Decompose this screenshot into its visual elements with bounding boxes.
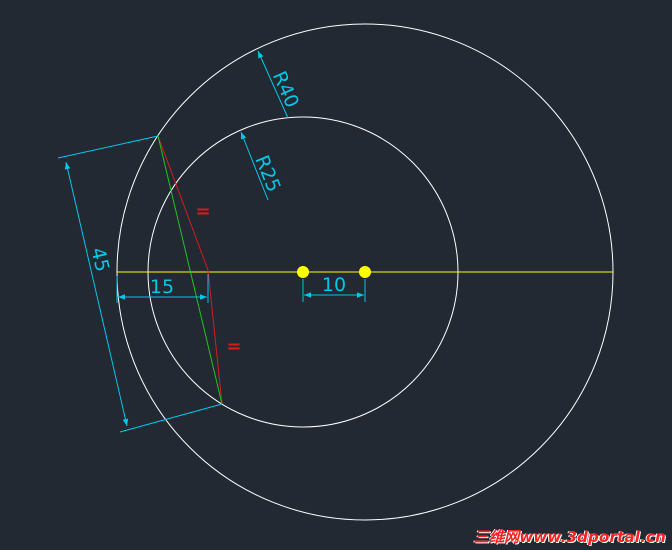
dimension-10-text: 10 (322, 274, 346, 296)
green-chord (157, 135, 223, 405)
equal-constraint-upper: = (195, 201, 210, 222)
dimension-10: 10 (302, 274, 366, 302)
red-segment-lower (207, 269, 223, 405)
dimension-r25-text: R25 (250, 152, 284, 195)
inner-circle-center-point (297, 266, 309, 278)
dimension-r25: R25 (240, 131, 285, 201)
dimension-45: 45 (57, 135, 223, 433)
cad-drawing: 45 15 10 R40 R25 = = (57, 23, 614, 521)
dimension-r40-text: R40 (268, 68, 303, 111)
watermark: 三维网www.3dportal.cn (473, 528, 666, 546)
equal-constraint-lower: = (226, 336, 241, 357)
outer-circle-center-point (359, 266, 371, 278)
dimension-r40: R40 (257, 50, 303, 119)
dimension-15-text: 15 (150, 276, 174, 298)
